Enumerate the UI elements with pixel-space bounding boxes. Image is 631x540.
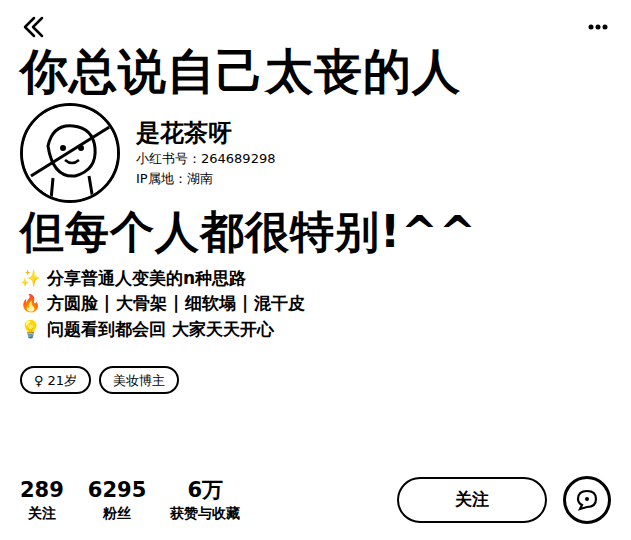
stats: 289关注 6295粉丝 6万获赞与收藏: [20, 478, 240, 521]
profile-tag[interactable]: 美妆博主: [99, 366, 179, 394]
handwriting-line: 你总说自己太丧的人: [20, 44, 611, 99]
tag-label: 21岁: [48, 371, 78, 391]
ip-location: IP属地：湖南: [136, 169, 275, 189]
user-name: 是花茶呀: [136, 118, 275, 149]
tag-label: 美妆博主: [113, 371, 165, 391]
more-icon[interactable]: [585, 15, 611, 39]
message-button[interactable]: [563, 476, 611, 524]
chat-icon: [574, 487, 600, 513]
stat-label: 获赞与收藏: [170, 504, 240, 522]
stat-value: 6万: [187, 478, 223, 503]
stat-item[interactable]: 6295粉丝: [88, 478, 146, 521]
avatar[interactable]: [20, 103, 120, 203]
user-id: 小红书号：264689298: [136, 149, 275, 169]
top-bar: [20, 0, 611, 44]
handwriting-line: 但每个人都很特别!^^: [20, 207, 611, 258]
back-icon[interactable]: [20, 14, 46, 40]
stat-item[interactable]: 289关注: [20, 478, 64, 521]
profile-info: 是花茶呀小红书号：264689298IP属地：湖南: [136, 118, 275, 188]
stat-label: 粉丝: [103, 504, 131, 522]
action-buttons: 关注: [397, 476, 611, 524]
avatar-cartoon-icon: [23, 106, 117, 200]
stat-value: 289: [20, 478, 64, 503]
stats-row: 289关注6295粉丝6万获赞与收藏关注: [20, 476, 611, 524]
follow-button[interactable]: 关注: [397, 477, 547, 523]
stat-value: 6295: [88, 478, 146, 503]
bio-line: 🔥 方圆脸 | 大骨架 | 细软塌 | 混干皮: [20, 291, 611, 317]
bio: ✨ 分享普通人变美的n种思路🔥 方圆脸 | 大骨架 | 细软塌 | 混干皮💡 问…: [20, 266, 611, 343]
profile-tag[interactable]: ♀21岁: [20, 366, 91, 394]
stat-item[interactable]: 6万获赞与收藏: [170, 478, 240, 521]
stat-label: 关注: [28, 504, 56, 522]
profile-page: 你总说自己太丧的人是花茶呀小红书号：264689298IP属地：湖南但每个人都很…: [0, 0, 631, 540]
gender-icon: ♀: [34, 371, 44, 391]
bio-line: 💡 问题看到都会回 大家天天开心: [20, 317, 611, 343]
tag-list: ♀21岁 美妆博主: [20, 366, 611, 394]
bio-line: ✨ 分享普通人变美的n种思路: [20, 266, 611, 292]
profile-header: 是花茶呀小红书号：264689298IP属地：湖南: [20, 103, 611, 203]
